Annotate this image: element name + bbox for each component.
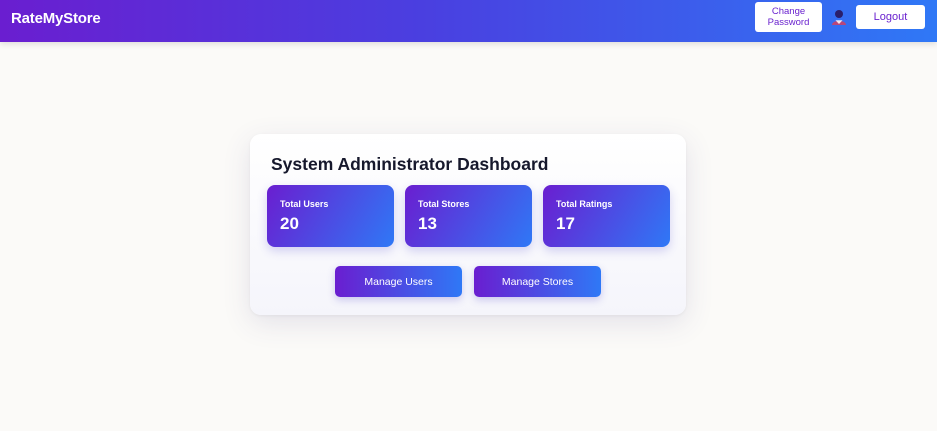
logout-button[interactable]: Logout xyxy=(856,5,925,29)
stat-card-total-users: Total Users 20 xyxy=(267,185,394,247)
stat-label: Total Ratings xyxy=(556,199,613,209)
user-icon[interactable] xyxy=(831,9,847,26)
page-title: System Administrator Dashboard xyxy=(271,154,549,174)
stat-label: Total Users xyxy=(280,199,329,209)
stat-value: 17 xyxy=(556,214,575,233)
stat-label: Total Stores xyxy=(418,199,470,209)
stat-card-total-ratings: Total Ratings 17 xyxy=(543,185,670,247)
change-password-line1: Change xyxy=(771,6,806,17)
dashboard-card: System Administrator Dashboard Total Use… xyxy=(250,134,686,315)
manage-users-button[interactable]: Manage Users xyxy=(335,266,462,297)
change-password-line2: Password xyxy=(767,17,810,28)
top-navbar: RateMyStore Change Password Logout xyxy=(0,0,937,42)
stat-value: 13 xyxy=(418,214,437,233)
change-password-button[interactable]: Change Password xyxy=(755,2,822,32)
stat-card-total-stores: Total Stores 13 xyxy=(405,185,532,247)
stat-value: 20 xyxy=(280,214,299,233)
change-password-label: Change Password xyxy=(768,6,810,28)
brand-logo[interactable]: RateMyStore xyxy=(11,10,101,27)
manage-stores-button[interactable]: Manage Stores xyxy=(474,266,601,297)
